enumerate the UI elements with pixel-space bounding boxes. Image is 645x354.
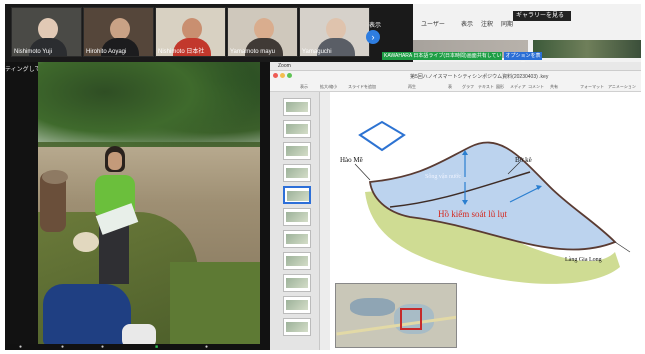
slide-thumbnail[interactable]: [283, 208, 311, 226]
toolbar-item[interactable]: テキスト: [478, 84, 494, 90]
toolbar-item[interactable]: メディア: [510, 84, 526, 90]
shared-preview: [533, 40, 641, 58]
inset-map: [335, 283, 457, 348]
map-river: [350, 298, 395, 316]
active-speaker-video[interactable]: [38, 62, 260, 346]
toolbar-item[interactable]: 共有: [550, 84, 558, 90]
slide-thumbnail-selected[interactable]: [283, 186, 311, 204]
label-gia-long-village: Làng Gia Long: [565, 257, 602, 263]
participant-name: Nishimoto Yuji: [14, 49, 52, 55]
participants-icon[interactable]: ●: [61, 344, 67, 350]
participant-tile[interactable]: Nishimoto 日本社: [155, 7, 226, 57]
shared-screen: Zoom 第5回ハノイスマートシティシンポジウム資料(20230403) .ke…: [270, 62, 641, 350]
slide-thumbnail[interactable]: [283, 296, 311, 314]
maximize-icon[interactable]: [287, 73, 292, 78]
label-flood-control-lake: Hồ kiểm soát lũ lụt: [438, 209, 507, 219]
toolbar-item[interactable]: 再生: [408, 84, 416, 90]
close-icon[interactable]: [273, 73, 278, 78]
blue-bag: [43, 284, 131, 346]
slide-thumbnail[interactable]: [283, 164, 311, 182]
toolbar-item[interactable]: アニメーション: [608, 84, 636, 90]
slide-canvas[interactable]: Hào Mê Bờ kè Sông vận nước Hồ kiểm soát …: [330, 92, 641, 350]
chevron-right-icon[interactable]: ›: [366, 30, 380, 44]
basket: [73, 232, 99, 252]
participant-tile[interactable]: Yamamoto mayu: [227, 7, 298, 57]
keynote-toolbar: 第5回ハノイスマートシティシンポジウム資料(20230403) .key 表示 …: [270, 71, 641, 92]
toolbar-item[interactable]: フォーマット: [580, 84, 604, 90]
slide-thumbnail[interactable]: [283, 142, 311, 160]
participant-name: Hirohito Aoyagi: [86, 49, 127, 55]
sketch-diamond: [358, 120, 406, 152]
toolbar-item[interactable]: 拡大/縮小: [320, 84, 337, 90]
slide-thumbnail[interactable]: [283, 274, 311, 292]
toolbar-item[interactable]: 表: [448, 84, 452, 90]
chat-icon[interactable]: ●: [101, 344, 107, 350]
slide-thumbnail[interactable]: [283, 230, 311, 248]
participant-tile[interactable]: Nishimoto Yuji: [11, 7, 82, 57]
label-water-flow: Sông vận nước: [425, 174, 462, 180]
mute-icon[interactable]: ●: [19, 344, 25, 350]
slide-thumbnail[interactable]: [283, 98, 311, 116]
share-screen-icon[interactable]: ■: [155, 344, 161, 350]
slide-thumbnail[interactable]: [283, 318, 311, 336]
share-window-title: Zoom: [270, 62, 641, 71]
participant-tile[interactable]: Yamaguchi: [299, 7, 370, 57]
sharing-notice: KAWAHARA 日本語ライブ(日本時間)画面共有しています: [382, 52, 502, 60]
participant-tile[interactable]: Hirohito Aoyagi: [83, 7, 154, 57]
document-title: 第5回ハノイスマートシティシンポジウム資料(20230403) .key: [410, 74, 549, 80]
menu-item[interactable]: 注釈: [481, 19, 493, 28]
toolbar-item[interactable]: コメント: [528, 84, 544, 90]
meeting-toolbar: ● ● ● ■ ●: [5, 344, 260, 350]
hat: [42, 170, 68, 184]
reactions-icon[interactable]: ●: [205, 344, 211, 350]
slide-navigator: [270, 92, 320, 350]
toolbar-item[interactable]: スライドを追加: [348, 84, 376, 90]
slide-thumbnail[interactable]: [283, 120, 311, 138]
menu-item[interactable]: ユーザー: [421, 19, 445, 28]
participant-name: Yamaguchi: [302, 49, 332, 55]
toolbar-item[interactable]: 図形: [496, 84, 504, 90]
photo-grass: [170, 262, 260, 346]
minimize-icon[interactable]: [280, 73, 285, 78]
menu-item[interactable]: 表示: [461, 19, 473, 28]
white-bag: [122, 324, 156, 346]
toolbar-item[interactable]: グラフ: [462, 84, 474, 90]
options-button[interactable]: オプションを表示: [504, 52, 542, 67]
menu-item[interactable]: 同期: [501, 19, 513, 28]
view-label[interactable]: 表示: [369, 20, 401, 32]
zoom-menu: ユーザー 表示 注釈 同期: [413, 17, 641, 29]
toolbar-item[interactable]: 表示: [300, 84, 308, 90]
slide-thumbnail[interactable]: [283, 252, 311, 270]
zoom-window: Nishimoto Yuji Hirohito Aoyagi Nishimoto…: [5, 4, 641, 350]
person-face: [108, 152, 122, 170]
participant-name: Yamamoto mayu: [230, 49, 275, 55]
label-hao-me: Hào Mê: [340, 156, 363, 164]
participant-name: Nishimoto 日本社: [158, 49, 205, 55]
label-bo-ke: Bờ kè: [515, 156, 532, 164]
map-highlight-box: [400, 308, 422, 330]
